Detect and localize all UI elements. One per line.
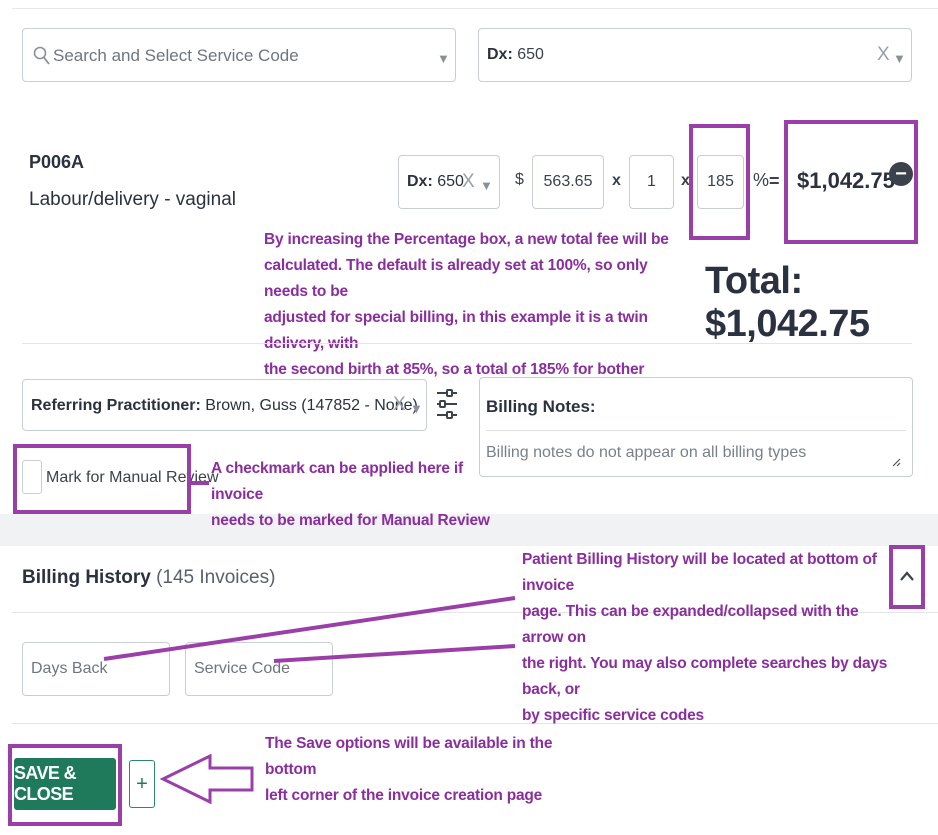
plus-icon: + [136, 772, 148, 795]
pointer-line [273, 644, 516, 663]
annotation-line: The Save options will be available in th… [265, 735, 553, 778]
annotation-line: left corner of the invoice creation page [265, 787, 543, 804]
save-close-button[interactable]: SAVE & CLOSE [14, 758, 116, 810]
arrow-left-icon [159, 753, 254, 805]
annotation-pointer-lines [103, 596, 516, 805]
add-button[interactable]: + [129, 760, 155, 808]
save-annotation: The Save options will be available in th… [265, 731, 595, 809]
